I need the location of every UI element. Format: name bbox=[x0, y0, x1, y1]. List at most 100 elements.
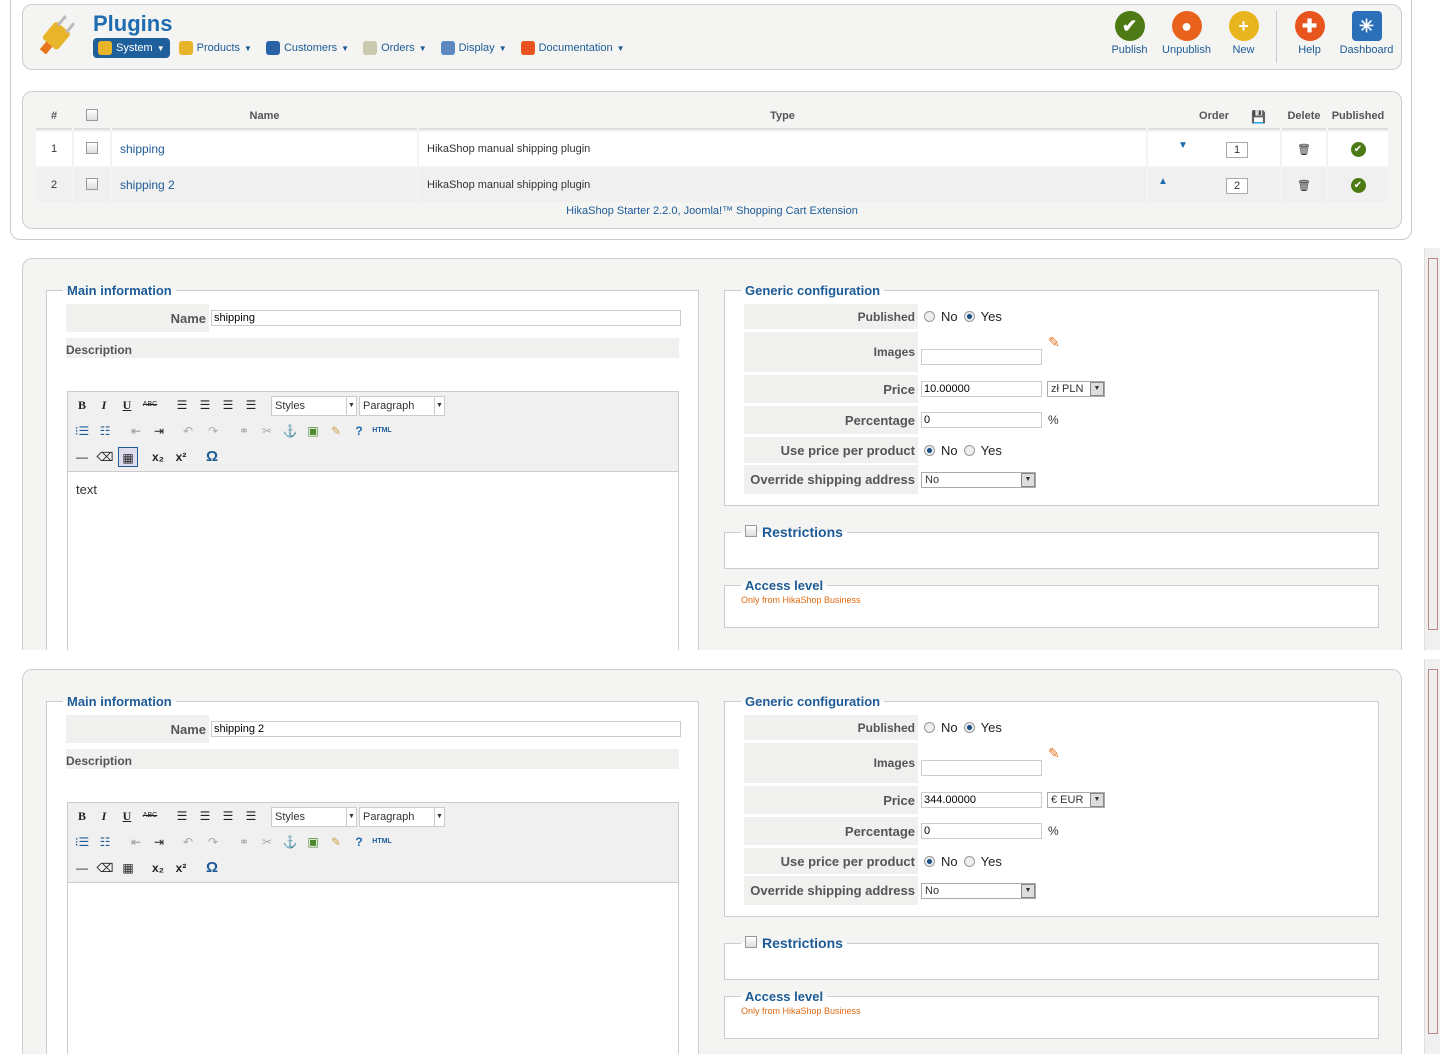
strikethrough-icon[interactable]: ABC bbox=[140, 395, 160, 415]
editor-content[interactable]: text bbox=[68, 472, 678, 650]
special-char-omega-icon[interactable]: Ω bbox=[202, 447, 222, 467]
menu-orders[interactable]: Orders ▼ bbox=[358, 38, 432, 58]
row-checkbox[interactable] bbox=[86, 141, 98, 154]
table-icon[interactable]: ▦ bbox=[118, 447, 138, 467]
italic-icon[interactable]: I bbox=[94, 806, 114, 826]
dashboard-button[interactable]: ✳ Dashboard bbox=[1338, 11, 1395, 56]
link-icon[interactable]: ⚭ bbox=[234, 832, 254, 852]
order-input[interactable]: 2 bbox=[1226, 178, 1248, 194]
move-up-icon[interactable]: ▲ bbox=[1158, 176, 1168, 187]
bullet-list-icon[interactable]: ⁝☰ bbox=[72, 832, 92, 852]
name-input[interactable] bbox=[211, 721, 681, 737]
override-select[interactable]: No ▼ bbox=[921, 882, 1036, 899]
underline-icon[interactable]: U bbox=[117, 395, 137, 415]
align-center-icon[interactable]: ☰ bbox=[195, 395, 215, 415]
numbered-list-icon[interactable]: ☷ bbox=[95, 421, 115, 441]
form-scrollbar[interactable] bbox=[1424, 248, 1440, 650]
version-footer[interactable]: HikaShop Starter 2.2.0, Joomla!™ Shoppin… bbox=[23, 205, 1401, 217]
numbered-list-icon[interactable]: ☷ bbox=[95, 832, 115, 852]
price-input[interactable]: 344.00000 bbox=[921, 792, 1042, 808]
new-button[interactable]: + New bbox=[1215, 11, 1272, 56]
anchor-icon[interactable]: ⚓ bbox=[280, 832, 300, 852]
undo-icon[interactable]: ↶ bbox=[178, 421, 198, 441]
col-name[interactable]: Name bbox=[112, 104, 417, 130]
image-icon[interactable]: ▣ bbox=[303, 832, 323, 852]
radio[interactable] bbox=[924, 722, 935, 733]
superscript-icon[interactable]: x² bbox=[171, 858, 191, 878]
align-center-icon[interactable]: ☰ bbox=[195, 806, 215, 826]
publish-button[interactable]: ✔ Publish bbox=[1101, 11, 1158, 56]
italic-icon[interactable]: I bbox=[94, 395, 114, 415]
scrollbar-thumb[interactable] bbox=[1428, 258, 1438, 630]
subscript-icon[interactable]: x₂ bbox=[148, 447, 168, 467]
table-icon[interactable]: ▦ bbox=[118, 858, 138, 878]
paragraph-dropdown[interactable]: Paragraph ▼ bbox=[359, 807, 445, 827]
published-check-icon[interactable]: ✔ bbox=[1350, 177, 1366, 193]
col-order[interactable]: Order 💾 bbox=[1148, 104, 1280, 130]
help-icon[interactable]: ? bbox=[349, 421, 369, 441]
cleanup-brush-icon[interactable]: ✎ bbox=[326, 421, 346, 441]
move-down-icon[interactable]: ▼ bbox=[1178, 140, 1188, 151]
unpublish-button[interactable]: ● Unpublish bbox=[1158, 11, 1215, 56]
check-all-checkbox[interactable] bbox=[86, 108, 98, 121]
styles-dropdown[interactable]: Styles ▼ bbox=[271, 396, 357, 416]
help-button[interactable]: ✚ Help bbox=[1281, 11, 1338, 56]
radio[interactable] bbox=[963, 722, 975, 733]
indent-icon[interactable]: ⇥ bbox=[149, 421, 169, 441]
currency-select[interactable]: zł PLN ▼ bbox=[1047, 381, 1105, 397]
menu-customers[interactable]: Customers ▼ bbox=[261, 38, 354, 58]
published-check-icon[interactable]: ✔ bbox=[1350, 141, 1366, 157]
images-input[interactable] bbox=[921, 349, 1042, 365]
justify-icon[interactable]: ☰ bbox=[241, 806, 261, 826]
radio[interactable] bbox=[963, 444, 975, 456]
save-order-icon[interactable]: 💾 bbox=[1251, 110, 1266, 124]
anchor-icon[interactable]: ⚓ bbox=[280, 421, 300, 441]
outdent-icon[interactable]: ⇤ bbox=[126, 421, 146, 441]
plugin-name-link[interactable]: shipping bbox=[120, 142, 165, 156]
align-right-icon[interactable]: ☰ bbox=[218, 395, 238, 415]
restrictions-checkbox[interactable] bbox=[745, 936, 757, 948]
restrictions-checkbox[interactable] bbox=[745, 525, 757, 537]
horizontal-rule-icon[interactable]: — bbox=[72, 858, 92, 878]
align-left-icon[interactable]: ☰ bbox=[172, 806, 192, 826]
bold-icon[interactable]: B bbox=[72, 806, 92, 826]
special-char-omega-icon[interactable]: Ω bbox=[202, 858, 222, 878]
menu-documentation[interactable]: Documentation ▼ bbox=[516, 38, 630, 58]
edit-image-icon[interactable]: ✎ bbox=[1048, 334, 1060, 351]
order-input[interactable]: 1 bbox=[1226, 142, 1248, 158]
strikethrough-icon[interactable]: ABC bbox=[140, 806, 160, 826]
cleanup-brush-icon[interactable]: ✎ bbox=[326, 832, 346, 852]
align-right-icon[interactable]: ☰ bbox=[218, 806, 238, 826]
eraser-icon[interactable]: ⌫ bbox=[95, 447, 115, 467]
bullet-list-icon[interactable]: ⁝☰ bbox=[72, 421, 92, 441]
align-left-icon[interactable]: ☰ bbox=[172, 395, 192, 415]
html-source-button[interactable]: HTML bbox=[370, 832, 394, 852]
undo-icon[interactable]: ↶ bbox=[178, 832, 198, 852]
editor-content[interactable] bbox=[68, 883, 678, 1054]
radio[interactable] bbox=[963, 311, 975, 322]
col-type[interactable]: Type bbox=[419, 104, 1146, 130]
images-input[interactable] bbox=[921, 760, 1042, 776]
justify-icon[interactable]: ☰ bbox=[241, 395, 261, 415]
radio[interactable] bbox=[924, 855, 935, 867]
percentage-input[interactable] bbox=[921, 412, 1042, 428]
horizontal-rule-icon[interactable]: — bbox=[72, 447, 92, 467]
delete-icon[interactable]: 🗑 bbox=[1282, 168, 1326, 202]
price-input[interactable]: 10.00000 bbox=[921, 381, 1042, 397]
redo-icon[interactable]: ↷ bbox=[203, 421, 223, 441]
unlink-icon[interactable]: ✂ bbox=[257, 832, 277, 852]
help-icon[interactable]: ? bbox=[349, 832, 369, 852]
paragraph-dropdown[interactable]: Paragraph ▼ bbox=[359, 396, 445, 416]
subscript-icon[interactable]: x₂ bbox=[148, 858, 168, 878]
edit-image-icon[interactable]: ✎ bbox=[1048, 745, 1060, 762]
menu-display[interactable]: Display ▼ bbox=[436, 38, 512, 58]
radio[interactable] bbox=[924, 311, 935, 322]
scrollbar-thumb[interactable] bbox=[1428, 669, 1438, 1034]
underline-icon[interactable]: U bbox=[117, 806, 137, 826]
radio[interactable] bbox=[924, 444, 935, 456]
menu-system[interactable]: System ▼ bbox=[93, 38, 170, 58]
indent-icon[interactable]: ⇥ bbox=[149, 832, 169, 852]
menu-products[interactable]: Products ▼ bbox=[174, 38, 257, 58]
plugin-name-link[interactable]: shipping 2 bbox=[120, 178, 175, 192]
form-scrollbar[interactable] bbox=[1424, 659, 1440, 1054]
